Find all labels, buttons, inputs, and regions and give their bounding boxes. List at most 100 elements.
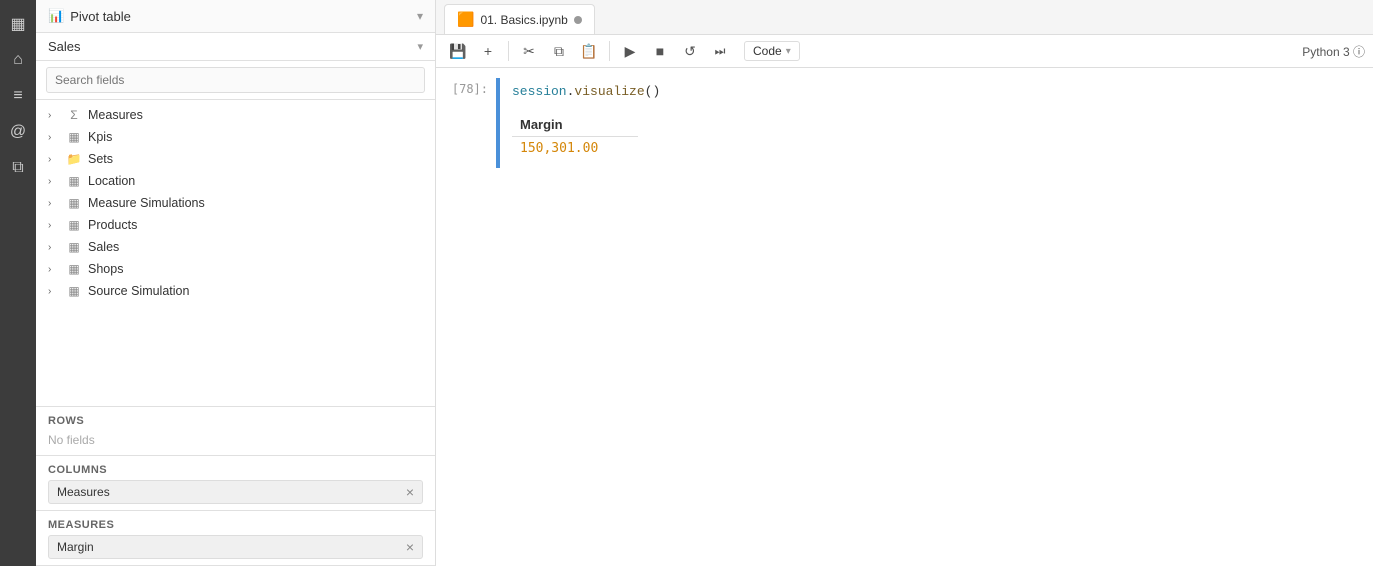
field-list: › Σ Measures › ▦ Kpis › 📁 Sets › ▦ Locat…: [36, 100, 435, 406]
restart-button[interactable]: ↺: [676, 39, 704, 63]
notebook-tab-basics[interactable]: 🟧 01. Basics.ipynb: [444, 4, 595, 34]
fast-forward-button[interactable]: ⏭: [706, 39, 734, 63]
measures-margin-remove-button[interactable]: ×: [406, 540, 414, 554]
pivot-sections: Rows No fields Columns Measures × Measur…: [36, 406, 435, 566]
code-visualize: visualize: [574, 84, 644, 99]
products-grid-icon: ▦: [66, 218, 82, 232]
field-label-source-simulation: Source Simulation: [88, 284, 189, 298]
source-simulation-grid-icon: ▦: [66, 284, 82, 298]
expand-arrow-measure-simulations: ›: [48, 198, 60, 209]
field-label-kpis: Kpis: [88, 130, 112, 144]
tab-label: 01. Basics.ipynb: [480, 13, 567, 27]
table-row: 150,301.00: [512, 137, 638, 161]
home-sidebar-icon[interactable]: ⌂: [2, 44, 34, 76]
stop-button[interactable]: ■: [646, 39, 674, 63]
run-button[interactable]: ▶: [616, 39, 644, 63]
expand-arrow-sales: ›: [48, 242, 60, 253]
field-label-sets: Sets: [88, 152, 113, 166]
sales-grid-icon: ▦: [66, 240, 82, 254]
columns-measures-remove-button[interactable]: ×: [406, 485, 414, 499]
measures-margin-pill: Margin ×: [48, 535, 423, 559]
cell-output: Margin 150,301.00: [512, 109, 1361, 164]
field-label-shops: Shops: [88, 262, 123, 276]
field-label-products: Products: [88, 218, 137, 232]
cell-prompt: [78]:: [436, 78, 496, 100]
expand-arrow-shops: ›: [48, 264, 60, 275]
code-line-1: session.visualize(): [512, 82, 1361, 101]
field-label-sales: Sales: [88, 240, 119, 254]
measures-section-title: Measures: [48, 519, 423, 531]
code-type-select[interactable]: Code ▾: [744, 41, 800, 61]
pivot-header: 📊 Pivot table ▾: [36, 0, 435, 33]
output-table: Margin 150,301.00: [512, 113, 638, 160]
expand-arrow-measures: ›: [48, 110, 60, 121]
field-item-products[interactable]: › ▦ Products: [36, 214, 435, 236]
pivot-title-label: Pivot table: [70, 9, 131, 24]
cut-button[interactable]: ✂: [515, 39, 543, 63]
toolbar-divider-1: [508, 41, 509, 61]
field-item-measure-simulations[interactable]: › ▦ Measure Simulations: [36, 192, 435, 214]
paste-button[interactable]: 📋: [575, 39, 603, 63]
pivot-chevron-icon[interactable]: ▾: [417, 9, 423, 23]
sales-dropdown-label: Sales: [48, 39, 81, 54]
output-cell-margin-value: 150,301.00: [512, 137, 638, 161]
pivot-table-icon: 📊: [48, 8, 64, 24]
expand-arrow-products: ›: [48, 220, 60, 231]
expand-arrow-location: ›: [48, 176, 60, 187]
expand-arrow-source-simulation: ›: [48, 286, 60, 297]
sales-chevron-icon: ▾: [417, 40, 423, 53]
toolbar-divider-2: [609, 41, 610, 61]
notebook-content: [78]: session.visualize() Margin: [436, 68, 1373, 566]
field-item-sales[interactable]: › ▦ Sales: [36, 236, 435, 258]
code-type-label: Code: [753, 44, 782, 58]
columns-measures-label: Measures: [57, 485, 110, 499]
code-type-chevron-icon: ▾: [786, 46, 791, 57]
cell-code-content: session.visualize() Margin 150,301.00: [500, 78, 1373, 168]
columns-section: Columns Measures ×: [36, 456, 435, 511]
pivot-panel: 📊 Pivot table ▾ Sales ▾ › Σ Measures › ▦…: [36, 0, 436, 566]
notebook-area: 🟧 01. Basics.ipynb 💾 + ✂ ⧉ 📋 ▶ ■ ↺ ⏭ Cod…: [436, 0, 1373, 566]
field-item-kpis[interactable]: › ▦ Kpis: [36, 126, 435, 148]
notebook-toolbar: 💾 + ✂ ⧉ 📋 ▶ ■ ↺ ⏭ Code ▾ Python 3 ⓘ: [436, 35, 1373, 68]
field-item-sets[interactable]: › 📁 Sets: [36, 148, 435, 170]
expand-arrow-sets: ›: [48, 154, 60, 165]
field-item-location[interactable]: › ▦ Location: [36, 170, 435, 192]
sets-folder-icon: 📁: [66, 152, 82, 166]
output-header-margin: Margin: [512, 113, 638, 137]
list-sidebar-icon[interactable]: ≡: [2, 80, 34, 112]
copy-button[interactable]: ⧉: [545, 39, 573, 63]
search-box: [36, 61, 435, 100]
rows-empty-label: No fields: [48, 431, 423, 449]
icon-sidebar: ▦ ⌂ ≡ @ ⧉: [0, 0, 36, 566]
tab-file-icon: 🟧: [457, 11, 474, 28]
expand-arrow-kpis: ›: [48, 132, 60, 143]
kpis-grid-icon: ▦: [66, 130, 82, 144]
columns-section-title: Columns: [48, 464, 423, 476]
search-input[interactable]: [46, 67, 425, 93]
notebook-tabs: 🟧 01. Basics.ipynb: [436, 0, 1373, 35]
puzzle-sidebar-icon[interactable]: ⧉: [2, 152, 34, 184]
field-item-shops[interactable]: › ▦ Shops: [36, 258, 435, 280]
cell-78: [78]: session.visualize() Margin: [436, 76, 1373, 170]
field-label-measures: Measures: [88, 108, 143, 122]
field-item-measures[interactable]: › Σ Measures: [36, 104, 435, 126]
pivot-title: 📊 Pivot table: [48, 8, 131, 24]
rows-section-title: Rows: [48, 415, 423, 427]
table-sidebar-icon[interactable]: ▦: [2, 8, 34, 40]
tab-modified-dot: [574, 16, 582, 24]
add-cell-button[interactable]: +: [474, 39, 502, 63]
measures-margin-label: Margin: [57, 540, 94, 554]
python-kernel-label: Python 3 ⓘ: [1302, 43, 1365, 60]
code-parens: (): [645, 84, 661, 99]
measures-sigma-icon: Σ: [66, 108, 82, 122]
code-session: session: [512, 84, 567, 99]
field-item-source-simulation[interactable]: › ▦ Source Simulation: [36, 280, 435, 302]
columns-measures-pill: Measures ×: [48, 480, 423, 504]
field-label-measure-simulations: Measure Simulations: [88, 196, 205, 210]
shops-grid-icon: ▦: [66, 262, 82, 276]
location-grid-icon: ▦: [66, 174, 82, 188]
at-sidebar-icon[interactable]: @: [2, 116, 34, 148]
sales-dropdown[interactable]: Sales ▾: [36, 33, 435, 61]
measures-section: Measures Margin ×: [36, 511, 435, 566]
save-button[interactable]: 💾: [444, 39, 472, 63]
